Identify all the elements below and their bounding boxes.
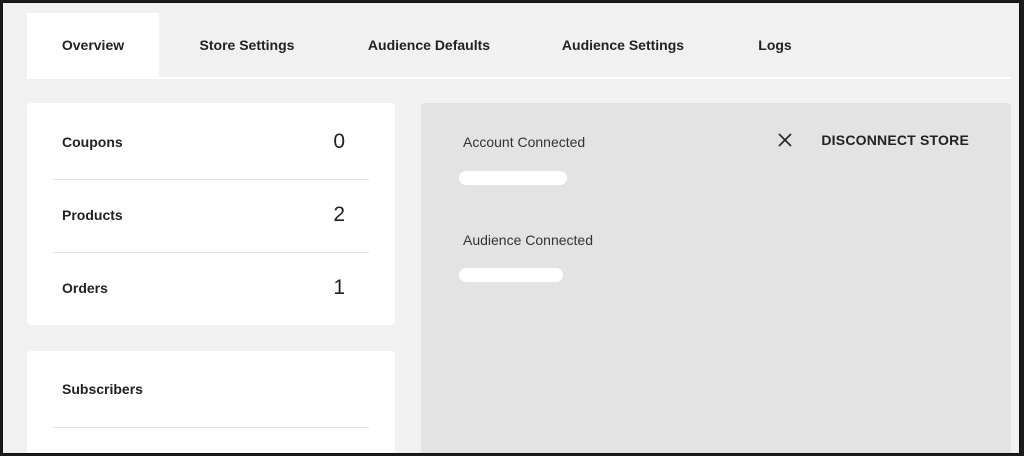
tab-logs[interactable]: Logs	[723, 13, 827, 77]
disconnect-store-label: DISCONNECT STORE	[821, 132, 969, 148]
tab-label: Store Settings	[199, 37, 295, 53]
stats-card: Coupons 0 Products 2 Orders 1	[27, 103, 395, 325]
stat-value: 1	[333, 276, 345, 299]
stat-label: Products	[62, 207, 123, 223]
redacted-audience-value	[459, 268, 563, 282]
tab-label: Logs	[758, 37, 792, 53]
app-frame: Overview Store Settings Audience Default…	[2, 2, 1020, 454]
stat-row-coupons: Coupons 0	[53, 106, 369, 178]
tab-label: Audience Settings	[561, 37, 685, 53]
tab-overview[interactable]: Overview	[27, 13, 159, 77]
tab-bar: Overview Store Settings Audience Default…	[27, 13, 1011, 79]
tab-label: Audience Defaults	[367, 37, 491, 53]
stat-row-subscribers: Subscribers	[53, 353, 369, 425]
close-icon	[778, 133, 792, 147]
tab-label: Overview	[61, 37, 125, 53]
account-connected-label: Account Connected	[463, 134, 586, 150]
divider	[53, 427, 369, 428]
tab-audience-defaults[interactable]: Audience Defaults	[335, 13, 523, 77]
audience-connected-label: Audience Connected	[463, 232, 593, 248]
stat-label: Orders	[62, 280, 108, 296]
subscribers-card: Subscribers	[27, 351, 395, 453]
stat-label: Subscribers	[62, 381, 143, 397]
stat-label: Coupons	[62, 134, 123, 150]
redacted-account-value	[459, 171, 567, 185]
stat-value: 0	[333, 130, 345, 153]
tab-audience-settings[interactable]: Audience Settings	[523, 13, 723, 77]
stat-value: 2	[333, 203, 345, 226]
stat-row-products: Products 2	[53, 179, 369, 251]
tab-store-settings[interactable]: Store Settings	[159, 13, 335, 77]
stat-row-orders: Orders 1	[53, 252, 369, 324]
disconnect-store-button[interactable]: DISCONNECT STORE	[777, 129, 969, 151]
connection-panel: Account Connected Audience Connected DIS…	[421, 103, 1011, 453]
